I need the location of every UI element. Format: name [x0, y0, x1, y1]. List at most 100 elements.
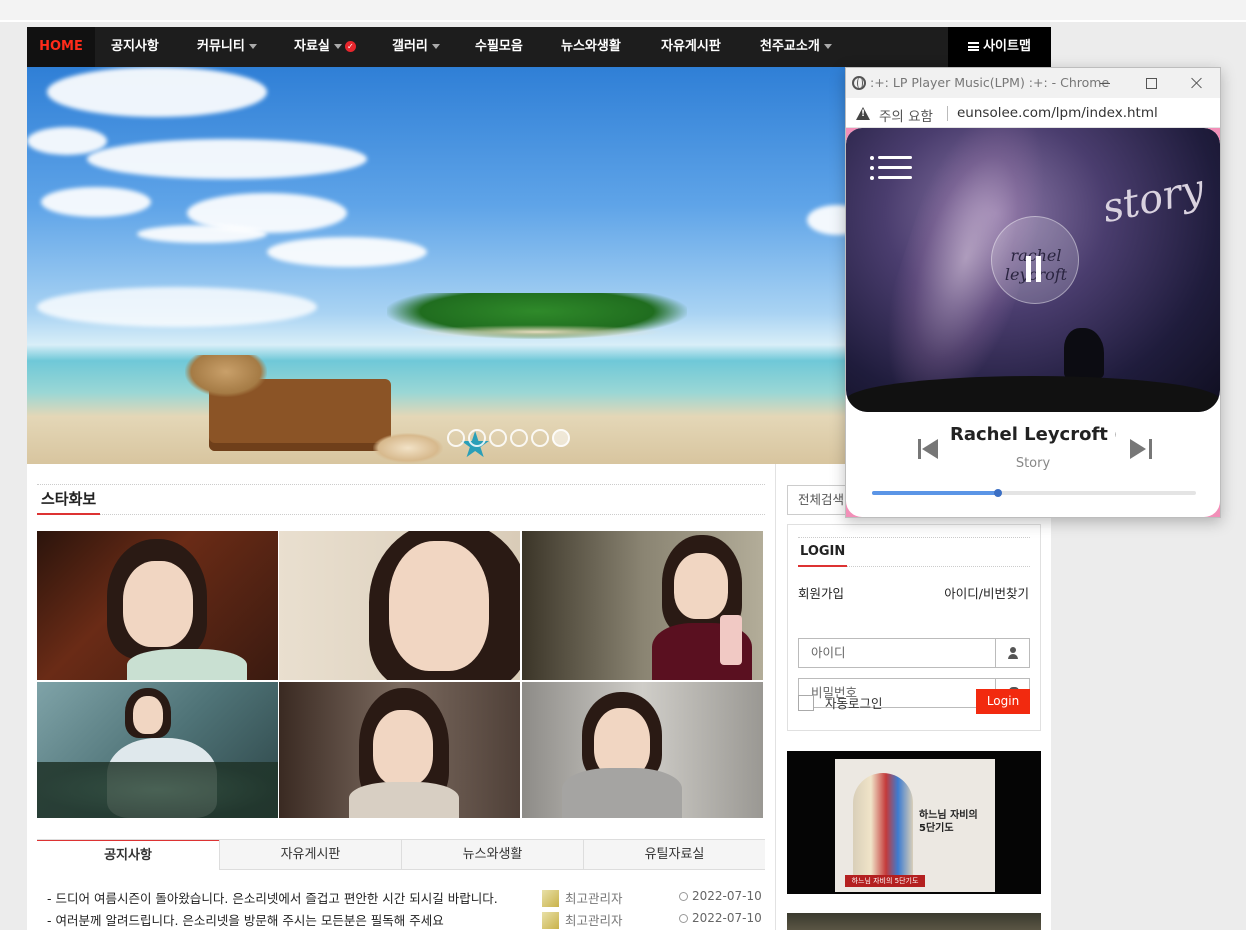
gallery-photo[interactable] — [37, 531, 278, 680]
sitemap-label: 사이트맵 — [983, 39, 1031, 54]
cloud — [807, 205, 847, 235]
slider-dot[interactable] — [510, 429, 528, 447]
window-title-bar[interactable]: :+: LP Player Music(LPM) :+: - Chrome — [846, 68, 1220, 98]
warning-icon — [856, 107, 870, 120]
cloud — [87, 139, 367, 179]
nav-news-label: 뉴스와생활 — [561, 39, 621, 54]
menu-dot — [870, 156, 874, 160]
photo-clothes — [562, 768, 682, 818]
find-account-link[interactable]: 아이디/비번찾기 — [944, 583, 1029, 602]
nav-archive[interactable]: 자료실 ✓ — [294, 27, 356, 67]
nav-essays[interactable]: 수필모음 — [475, 27, 523, 67]
seashell-image — [373, 433, 443, 463]
clock-icon — [679, 914, 688, 923]
banner-thumbnail[interactable] — [787, 913, 1041, 930]
chevron-down-icon — [333, 44, 342, 49]
photo-face — [133, 696, 163, 734]
photo-clothes — [349, 782, 459, 818]
auto-login-label: 자동로그인 — [825, 696, 883, 711]
nav-catholic-intro[interactable]: 천주교소개 — [760, 27, 832, 67]
nav-community[interactable]: 커뮤니티 — [197, 27, 257, 67]
gallery-photo[interactable] — [522, 682, 763, 818]
player-frame: story rachel leycroft Rachel Leycroft (L… — [846, 128, 1220, 517]
book-title-line: 하느님 자비의 — [919, 810, 978, 821]
sitemap-button[interactable]: 사이트맵 — [948, 27, 1051, 67]
tab-news[interactable]: 뉴스와생활 — [401, 840, 583, 870]
login-header: LOGIN — [798, 537, 1030, 567]
slider-dot[interactable] — [489, 429, 507, 447]
book-title: 하느님 자비의 5단기도 — [919, 809, 978, 835]
slider-dot[interactable] — [468, 429, 486, 447]
close-icon[interactable] — [1174, 68, 1220, 98]
maximize-icon[interactable] — [1128, 68, 1174, 98]
prayer-book-banner[interactable]: 하느님 자비의 5단기도 하느님 자비의 5단기도 — [787, 751, 1041, 894]
chevron-down-icon — [431, 44, 440, 49]
nav-news[interactable]: 뉴스와생활 — [561, 27, 621, 67]
post-author-name: 최고관리자 — [565, 913, 623, 928]
user-icon — [995, 639, 1029, 667]
gallery-photo[interactable] — [279, 531, 520, 680]
menu-line — [878, 156, 912, 159]
nav-community-label: 커뮤니티 — [197, 39, 245, 54]
post-date-text: 2022-07-10 — [692, 911, 762, 925]
album-cover: story rachel leycroft — [846, 128, 1220, 412]
nav-notice[interactable]: 공지사항 — [111, 27, 159, 67]
slider-dot-active[interactable] — [552, 429, 570, 447]
nav-catholic-intro-label: 천주교소개 — [760, 39, 820, 54]
post-title[interactable]: - 여러분께 알려드립니다. 은소리넷을 방문해 주시는 모든분은 필독해 주세… — [47, 910, 444, 928]
post-date-text: 2022-07-10 — [692, 889, 762, 903]
nav-gallery[interactable]: 갤러리 — [392, 27, 440, 67]
post-author-name: 최고관리자 — [565, 891, 623, 906]
tab-utility[interactable]: 유틸자료실 — [583, 840, 765, 870]
book-title-line: 5단기도 — [919, 823, 954, 834]
pause-icon[interactable] — [1022, 256, 1044, 282]
next-track-icon[interactable] — [1130, 438, 1152, 460]
slider-dot[interactable] — [447, 429, 465, 447]
auto-login-checkbox[interactable] — [798, 695, 814, 711]
username-field[interactable]: 아이디 — [798, 638, 1030, 668]
progress-knob[interactable] — [994, 489, 1003, 497]
gallery-section-header: 스타화보 — [37, 484, 765, 515]
tab-freeboard[interactable]: 자유게시판 — [219, 840, 401, 870]
menu-icon[interactable] — [870, 156, 912, 182]
avatar — [542, 890, 559, 907]
post-author: 최고관리자 — [542, 910, 623, 929]
post-date: 2022-07-10 — [679, 889, 762, 907]
music-player-window: :+: LP Player Music(LPM) :+: - Chrome 주의… — [845, 67, 1221, 518]
progress-bar[interactable] — [872, 489, 1196, 497]
nav-home[interactable]: HOME — [27, 27, 95, 67]
photo-face — [389, 541, 489, 671]
jesus-image — [853, 773, 913, 883]
url-separator — [947, 106, 948, 121]
cloud — [47, 67, 267, 117]
menu-line — [878, 176, 912, 179]
post-title[interactable]: - 드디어 여름시즌이 돌아왔습니다. 은소리넷에서 즐겁고 편안한 시간 되시… — [47, 888, 498, 906]
hero-slider[interactable]: ★ — [27, 67, 847, 464]
previous-track-icon[interactable] — [918, 438, 940, 460]
cover-story-script: story — [1098, 165, 1209, 233]
island-beach — [407, 325, 667, 339]
slider-dot[interactable] — [531, 429, 549, 447]
gallery-photo[interactable] — [279, 682, 520, 818]
nav-freeboard[interactable]: 자유게시판 — [661, 27, 721, 67]
progress-fill — [872, 491, 999, 495]
check-badge-icon: ✓ — [344, 41, 356, 52]
nav-gallery-label: 갤러리 — [392, 39, 428, 54]
book-band: 하느님 자비의 5단기도 — [845, 875, 925, 887]
cloud — [137, 225, 267, 243]
url-text: eunsolee.com/lpm/index.html — [957, 105, 1158, 121]
login-button[interactable]: Login — [976, 689, 1030, 714]
carousel-horse-silhouette — [1064, 328, 1104, 378]
address-bar[interactable]: 주의 요함 eunsolee.com/lpm/index.html — [846, 98, 1220, 128]
gallery-photo[interactable] — [522, 531, 763, 680]
player-card: story rachel leycroft Rachel Leycroft (L… — [846, 128, 1220, 517]
slider-dots — [447, 429, 573, 451]
minimize-icon[interactable] — [1082, 68, 1128, 98]
tab-notice[interactable]: 공지사항 — [37, 840, 219, 871]
signup-link[interactable]: 회원가입 — [798, 583, 844, 602]
gallery-photo[interactable] — [37, 682, 278, 818]
hat-image — [185, 355, 267, 397]
gallery-title: 스타화보 — [37, 485, 101, 515]
login-panel: LOGIN 회원가입 아이디/비번찾기 아이디 비밀번호 자동로그인 Login — [787, 524, 1041, 731]
photo-drink — [720, 615, 742, 665]
